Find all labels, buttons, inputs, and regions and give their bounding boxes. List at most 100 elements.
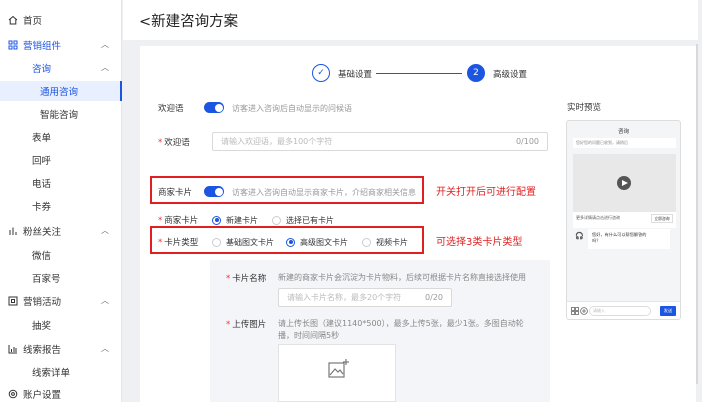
add-image-icon xyxy=(327,357,351,384)
sidebar-item-home[interactable]: 首页 xyxy=(0,10,122,30)
step-indicator: ✓ 基础设置 2 高级设置 xyxy=(312,64,552,86)
chevron-up-icon: ︿ xyxy=(101,296,109,305)
welcome-input[interactable]: 请输入欢迎语，最多100个字符 0/100 xyxy=(212,132,548,151)
annotation-text-2: 可选择3类卡片类型 xyxy=(436,237,523,248)
step-1-label: 基础设置 xyxy=(338,70,373,80)
sidebar-item-label: 营销组件 xyxy=(23,41,62,52)
upload-hint-line-2: 播，时间间隔5秒 xyxy=(278,331,340,340)
sidebar-item-baijiahao[interactable]: 百家号 xyxy=(0,268,122,288)
phone-preview: 咨询 您好您的问题已收到，请稍后 更多详情请点击进行咨询 立即咨询 🎧 您好，有… xyxy=(566,120,681,320)
step-1-circle[interactable]: ✓ xyxy=(312,64,330,82)
card-name-input[interactable]: 请输入卡片名称，最多20个字符 0/20 xyxy=(278,288,452,307)
sidebar-item-label: 抽奖 xyxy=(32,321,52,332)
play-icon xyxy=(617,176,631,190)
sidebar-item-label: 智能咨询 xyxy=(40,110,79,121)
preview-input-bar: 请输入 发送 xyxy=(567,301,680,319)
sidebar-item-general-consult[interactable]: 通用咨询 xyxy=(0,81,122,101)
radio-video-card[interactable]: 视频卡片 xyxy=(362,236,408,248)
chevron-up-icon: ︿ xyxy=(101,40,109,49)
welcome-toggle-label: 欢迎语 xyxy=(158,104,184,114)
sidebar-item-callback[interactable]: 回呼 xyxy=(0,150,122,170)
home-icon xyxy=(8,15,18,25)
preview-video xyxy=(573,154,676,212)
card-name-placeholder: 请输入卡片名称，最多20个字符 xyxy=(287,293,402,302)
sidebar-item-smart-consult[interactable]: 智能咨询 xyxy=(0,104,122,124)
sidebar-item-wechat[interactable]: 微信 xyxy=(0,245,122,265)
chevron-up-icon: ︿ xyxy=(101,226,109,235)
sidebar-item-leads-detail[interactable]: 线索详单 xyxy=(0,362,122,382)
report-icon xyxy=(8,344,18,354)
sidebar-item-label: 百家号 xyxy=(32,274,61,285)
welcome-char-count: 0/100 xyxy=(515,137,539,146)
preview-title: 实时预览 xyxy=(567,103,602,113)
upload-hint-line-1: 请上传长图（建议1140*500），最多上传5张，最少1张。多图自动轮 xyxy=(278,319,524,328)
sidebar-item-label: 账户设置 xyxy=(23,390,62,401)
radio-advanced-card[interactable]: 高级图文卡片 xyxy=(286,236,348,248)
image-upload-box[interactable] xyxy=(278,344,396,402)
upload-label: * 上传图片 xyxy=(226,320,267,330)
card-name-char-count: 0/20 xyxy=(425,293,443,302)
grid-icon xyxy=(571,307,579,318)
grid-icon xyxy=(8,40,18,50)
sidebar-item-label: 通用咨询 xyxy=(40,87,79,98)
sidebar-item-phone[interactable]: 电话 xyxy=(0,173,122,193)
sidebar-item-label: 营销活动 xyxy=(23,297,62,308)
sidebar-item-marketing-components[interactable]: 营销组件 ︿ xyxy=(0,35,122,55)
annotation-text-1: 开关打开后可进行配置 xyxy=(436,187,536,198)
sidebar-item-label: 咨询 xyxy=(32,64,52,75)
preview-card-button: 立即咨询 xyxy=(651,214,673,223)
bar-chart-icon xyxy=(8,226,18,236)
sidebar-item-label: 首页 xyxy=(23,16,43,27)
settings-icon xyxy=(8,389,18,399)
preview-message: 您好，有什么可以帮您解答的 吗？ xyxy=(588,229,670,249)
welcome-placeholder: 请输入欢迎语，最多100个字符 xyxy=(221,137,333,146)
sidebar-item-marketing-activities[interactable]: 营销活动 ︿ xyxy=(0,291,122,311)
radio-dot xyxy=(212,237,221,247)
sidebar-item-label: 线索详单 xyxy=(32,368,71,379)
page-header: <新建咨询方案 xyxy=(123,0,698,40)
card-type-label: * 卡片类型 xyxy=(158,238,199,248)
step-connector xyxy=(376,73,462,74)
sidebar-item-label: 电话 xyxy=(32,179,52,190)
preview-send-button: 发送 xyxy=(660,306,676,316)
sidebar-item-consult[interactable]: 咨询 ︿ xyxy=(0,58,122,78)
card-name-label: * 卡片名称 xyxy=(226,274,267,284)
radio-existing-card[interactable]: 选择已有卡片 xyxy=(272,214,334,226)
preview-phone-title: 咨询 xyxy=(617,129,629,135)
sidebar: 首页 营销组件 ︿ 咨询 ︿ 通用咨询 智能咨询 表单 回呼 电话 卡券 粉丝关… xyxy=(0,0,122,402)
sidebar-item-leads-report[interactable]: 线索报告 ︿ xyxy=(0,339,122,359)
chevron-up-icon: ︿ xyxy=(101,63,109,72)
step-2-label: 高级设置 xyxy=(493,70,528,80)
preview-input: 请输入 xyxy=(589,306,651,316)
sidebar-item-label: 线索报告 xyxy=(23,345,62,356)
radio-dot xyxy=(272,215,281,225)
box-icon xyxy=(8,296,18,306)
card-toggle-label: 商家卡片 xyxy=(158,188,193,198)
card-toggle[interactable] xyxy=(204,186,224,197)
page-title[interactable]: <新建咨询方案 xyxy=(139,10,238,31)
sidebar-item-lottery[interactable]: 抽奖 xyxy=(0,315,122,335)
sidebar-item-label: 粉丝关注 xyxy=(23,227,62,238)
preview-card: 更多详情请点击进行咨询 立即咨询 xyxy=(573,154,676,228)
radio-dot xyxy=(286,237,295,247)
sidebar-item-form[interactable]: 表单 xyxy=(0,127,122,147)
card-field-label: * 商家卡片 xyxy=(158,216,199,226)
sidebar-item-label: 微信 xyxy=(32,251,52,262)
radio-dot xyxy=(212,215,221,225)
sidebar-item-label: 表单 xyxy=(32,133,52,144)
preview-card-text: 更多详情请点击进行咨询 xyxy=(576,215,620,220)
scrollbar[interactable] xyxy=(696,44,698,384)
chevron-up-icon: ︿ xyxy=(101,344,109,353)
welcome-field-label: * 欢迎语 xyxy=(158,138,190,148)
step-2-circle[interactable]: 2 xyxy=(467,64,485,82)
card-name-hint: 新建的商家卡片会沉淀为卡片物料，后续可根据卡片名称直接选择使用 xyxy=(278,273,526,282)
sidebar-item-fans[interactable]: 粉丝关注 ︿ xyxy=(0,221,122,241)
welcome-toggle[interactable] xyxy=(204,102,224,113)
radio-new-card[interactable]: 新建卡片 xyxy=(212,214,258,226)
radio-dot xyxy=(362,237,371,247)
welcome-toggle-hint: 访客进入咨询后自动显示的问候语 xyxy=(232,104,352,113)
radio-basic-card[interactable]: 基础图文卡片 xyxy=(212,236,274,248)
sidebar-item-label: 卡券 xyxy=(32,202,52,213)
sidebar-item-coupon[interactable]: 卡券 xyxy=(0,196,122,216)
sidebar-item-account-settings[interactable]: 账户设置 xyxy=(0,384,122,402)
